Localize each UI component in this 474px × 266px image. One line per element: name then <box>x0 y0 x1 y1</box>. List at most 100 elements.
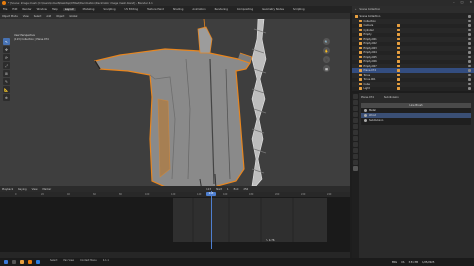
modifier-badge-icon[interactable] <box>397 55 400 59</box>
workspace-tab-rendering[interactable]: Rendering <box>213 8 230 11</box>
tool-props-tab-icon[interactable] <box>353 94 358 99</box>
select-box-tool-icon[interactable]: ↖ <box>3 38 10 45</box>
view-layer-tab-icon[interactable] <box>353 112 358 117</box>
scale-tool-icon[interactable]: ⤢ <box>3 62 10 69</box>
visibility-eye-icon[interactable] <box>468 78 471 81</box>
workspace-tab-layout[interactable]: Layout <box>62 8 76 11</box>
modifier-badge-icon[interactable] <box>397 64 400 68</box>
render-props-tab-icon[interactable] <box>353 100 358 105</box>
end-frame-field[interactable]: 250 <box>243 188 248 191</box>
visibility-eye-icon[interactable] <box>468 87 471 90</box>
add-cube-tool-icon[interactable]: ⊕ <box>3 94 10 101</box>
windows-start-icon[interactable] <box>4 260 8 264</box>
modifier-badge-icon[interactable] <box>397 78 400 81</box>
playback-menu[interactable]: Playback <box>2 188 13 191</box>
file-explorer-icon[interactable] <box>20 260 24 264</box>
visibility-eye-icon[interactable] <box>468 15 471 18</box>
outliner-panel[interactable]: ⌕ Scene Collection Scene Collection Colle… <box>352 6 474 91</box>
visibility-eye-icon[interactable] <box>468 69 471 72</box>
workspace-tab-uv-editing[interactable]: UV Editing <box>123 8 141 11</box>
playhead-line[interactable] <box>211 191 212 249</box>
menu-render[interactable]: Render <box>22 8 31 11</box>
modifier-badge-icon[interactable] <box>397 87 400 90</box>
menu-help[interactable]: Help <box>52 8 58 11</box>
modifier-badge-icon[interactable] <box>397 69 400 72</box>
material-slot-list[interactable]: Line Brush Metal Wood Subdivision <box>361 103 471 125</box>
add-menu[interactable]: Add <box>46 15 51 18</box>
outliner-search-icon[interactable]: ⌕ <box>355 8 356 11</box>
modifier-badge-icon[interactable] <box>397 33 400 36</box>
workspace-tab-scripting[interactable]: Scripting <box>291 8 307 11</box>
visibility-eye-icon[interactable] <box>468 82 471 86</box>
clock-date[interactable]: 1/25/2025 <box>422 261 434 264</box>
keyframe-range-region[interactable] <box>173 198 327 242</box>
object-mode-dropdown[interactable]: Object Mode <box>2 15 18 18</box>
pan-hand-icon[interactable]: ✋ <box>323 47 330 54</box>
language-indicator[interactable]: ENG <box>392 261 397 264</box>
measure-tool-icon[interactable]: 📐 <box>3 86 10 93</box>
workspace-tab-geometry-nodes[interactable]: Geometry Nodes <box>260 8 286 11</box>
data-tab-icon[interactable] <box>353 160 358 165</box>
output-props-tab-icon[interactable] <box>353 106 358 111</box>
workspace-tab-animation[interactable]: Animation <box>190 8 207 11</box>
modifier-badge-icon[interactable] <box>397 24 400 27</box>
workspace-tab-texture-paint[interactable]: Texture Paint <box>145 8 166 11</box>
physics-tab-icon[interactable] <box>353 148 358 153</box>
modifier-badge-icon[interactable] <box>397 51 400 54</box>
marker-menu[interactable]: Marker <box>43 188 52 191</box>
scene-tab-icon[interactable] <box>353 118 358 123</box>
workspace-tab-modeling[interactable]: Modeling <box>81 8 97 11</box>
visibility-eye-icon[interactable] <box>468 55 471 59</box>
menu-window[interactable]: Window <box>37 8 47 11</box>
workspace-tab-shading[interactable]: Shading <box>171 8 186 11</box>
object-tab-icon[interactable] <box>353 130 358 135</box>
camera-view-icon[interactable]: 🎥 <box>323 56 330 63</box>
transform-orientation-dropdown[interactable]: Global <box>69 15 77 18</box>
modifier-badge-icon[interactable] <box>397 82 400 86</box>
maximize-button[interactable]: □ <box>461 0 464 4</box>
select-menu[interactable]: Select <box>34 15 42 18</box>
menu-edit[interactable]: Edit <box>12 8 17 11</box>
world-tab-icon[interactable] <box>353 124 358 129</box>
modifier-badge-icon[interactable] <box>397 42 400 45</box>
modifier-badge-icon[interactable] <box>397 73 400 77</box>
visibility-eye-icon[interactable] <box>468 42 471 45</box>
clock-time[interactable]: 3:51 PM <box>408 261 418 264</box>
start-frame-field[interactable]: 1 <box>227 188 229 191</box>
workspace-tab-compositing[interactable]: Compositing <box>235 8 255 11</box>
visibility-eye-icon[interactable] <box>468 46 471 50</box>
visibility-eye-icon[interactable] <box>468 28 471 32</box>
object-menu[interactable]: Object <box>56 15 64 18</box>
visibility-eye-icon[interactable] <box>468 19 471 23</box>
minimize-button[interactable]: – <box>453 0 455 4</box>
timeline-editor[interactable]: Playback Keying View Marker 113 Start 1 … <box>0 186 350 258</box>
3d-viewport[interactable]: Object Mode View Select Add Object Globa… <box>0 13 350 186</box>
ortho-toggle-icon[interactable]: ▦ <box>323 65 330 72</box>
view-menu[interactable]: View <box>23 15 29 18</box>
particles-tab-icon[interactable] <box>353 142 358 147</box>
rotate-tool-icon[interactable]: ⟳ <box>3 54 10 61</box>
timeline-view-menu[interactable]: View <box>32 188 38 191</box>
playhead-frame-indicator[interactable]: 113 <box>206 192 216 196</box>
visibility-eye-icon[interactable] <box>468 24 471 27</box>
zoom-icon[interactable]: 🔍 <box>323 38 330 45</box>
transform-tool-icon[interactable]: ⊞ <box>3 70 10 77</box>
workspace-tab-sculpting[interactable]: Sculpting <box>101 8 117 11</box>
visibility-eye-icon[interactable] <box>468 64 471 68</box>
visibility-eye-icon[interactable] <box>468 37 471 41</box>
annotate-tool-icon[interactable]: ✎ <box>3 78 10 85</box>
blender-taskbar-icon[interactable] <box>28 260 32 264</box>
outliner-row[interactable]: Light <box>352 86 474 91</box>
material-slot[interactable]: Subdivision <box>361 118 471 123</box>
browser-icon[interactable] <box>36 260 40 264</box>
visibility-eye-icon[interactable] <box>468 60 471 63</box>
keying-menu[interactable]: Keying <box>18 188 26 191</box>
move-tool-icon[interactable]: ✥ <box>3 46 10 53</box>
modifier-tab-icon[interactable] <box>353 136 358 141</box>
material-tab-icon[interactable] <box>353 166 358 171</box>
visibility-eye-icon[interactable] <box>468 33 471 36</box>
search-icon[interactable] <box>12 260 16 264</box>
visibility-eye-icon[interactable] <box>468 73 471 77</box>
properties-panel[interactable]: Plane.074 Subdivision Line Brush Metal W… <box>352 93 474 258</box>
modifier-badge-icon[interactable] <box>397 60 400 63</box>
